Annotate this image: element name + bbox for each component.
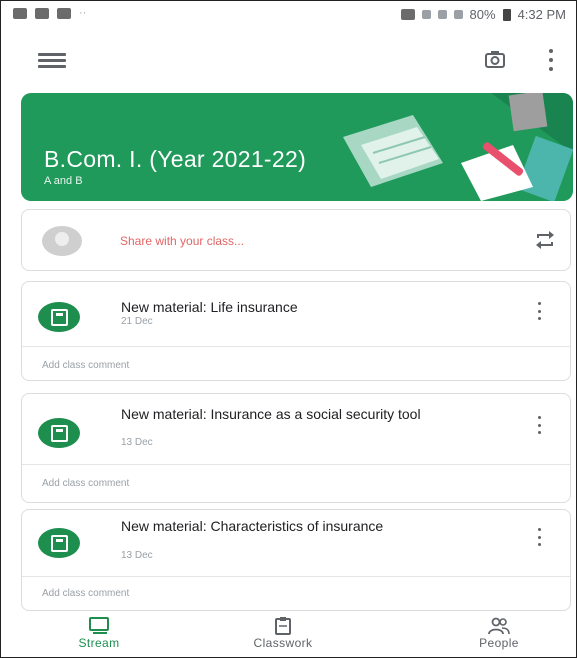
post-more-icon[interactable] <box>536 302 542 320</box>
divider <box>22 346 570 347</box>
repost-icon[interactable] <box>534 230 556 250</box>
post-headline: New material: Life insurance <box>121 299 298 315</box>
material-icon <box>38 528 80 558</box>
status-system: 80% 4:32 PM <box>400 7 566 22</box>
divider <box>22 464 570 465</box>
hotspot-icon <box>400 9 415 20</box>
more-vert-icon[interactable] <box>548 49 554 71</box>
classwork-icon <box>275 617 291 635</box>
nav-people-label: People <box>479 636 519 650</box>
top-app-bar <box>1 39 576 83</box>
class-title: B.Com. I. (Year 2021-22) <box>44 146 307 172</box>
material-icon <box>38 302 80 332</box>
material-icon <box>38 418 80 448</box>
people-icon <box>488 617 510 635</box>
post-headline: New material: Characteristics of insuran… <box>121 518 384 534</box>
class-banner[interactable]: B.Com. I. (Year 2021-22) A and B <box>21 93 573 201</box>
phone-screen: ·· 80% 4:32 PM B.Com. I. (Year 2021-22) … <box>0 0 577 658</box>
nav-classwork[interactable]: Classwork <box>223 617 343 650</box>
post-date: 13 Dec <box>121 550 153 561</box>
message-notification-icon <box>35 7 49 19</box>
alarm-icon <box>437 10 447 19</box>
add-class-comment[interactable]: Add class comment <box>42 588 129 599</box>
post-more-icon[interactable] <box>536 528 542 546</box>
battery-percent: 80% <box>469 7 496 22</box>
divider <box>22 576 570 577</box>
post-date: 21 Dec <box>121 316 153 327</box>
menu-icon[interactable] <box>38 53 66 69</box>
nav-people[interactable]: People <box>439 617 559 650</box>
stream-icon <box>89 617 109 634</box>
nav-classwork-label: Classwork <box>253 636 313 650</box>
stream-post[interactable]: New material: Insurance as a social secu… <box>21 393 571 503</box>
class-section: A and B <box>44 175 83 187</box>
post-headline: New material: Insurance as a social secu… <box>121 406 421 422</box>
status-notifications: ·· <box>13 7 86 19</box>
stream-post[interactable]: New material: Life insurance 21 Dec Add … <box>21 281 571 381</box>
user-avatar <box>42 226 82 256</box>
chat-notification-icon <box>57 7 71 19</box>
nav-stream-label: Stream <box>78 636 120 650</box>
share-prompt[interactable]: Share with your class... <box>120 234 244 248</box>
post-more-icon[interactable] <box>536 416 542 434</box>
nav-stream[interactable]: Stream <box>39 617 159 650</box>
wifi-icon <box>421 10 431 19</box>
bottom-navigation: Stream Classwork People <box>1 617 576 657</box>
camera-icon[interactable] <box>484 49 506 69</box>
add-class-comment[interactable]: Add class comment <box>42 478 129 489</box>
stream-post[interactable]: New material: Characteristics of insuran… <box>21 509 571 611</box>
post-date: 13 Dec <box>121 437 153 448</box>
signal-icon <box>453 10 463 19</box>
status-bar: ·· 80% 4:32 PM <box>1 1 576 29</box>
share-with-class-card[interactable]: Share with your class... <box>21 209 571 271</box>
status-time: 4:32 PM <box>517 7 566 22</box>
status-extra: ·· <box>79 7 87 19</box>
battery-icon <box>502 8 511 21</box>
add-class-comment[interactable]: Add class comment <box>42 360 129 371</box>
gallery-notification-icon <box>13 7 27 19</box>
